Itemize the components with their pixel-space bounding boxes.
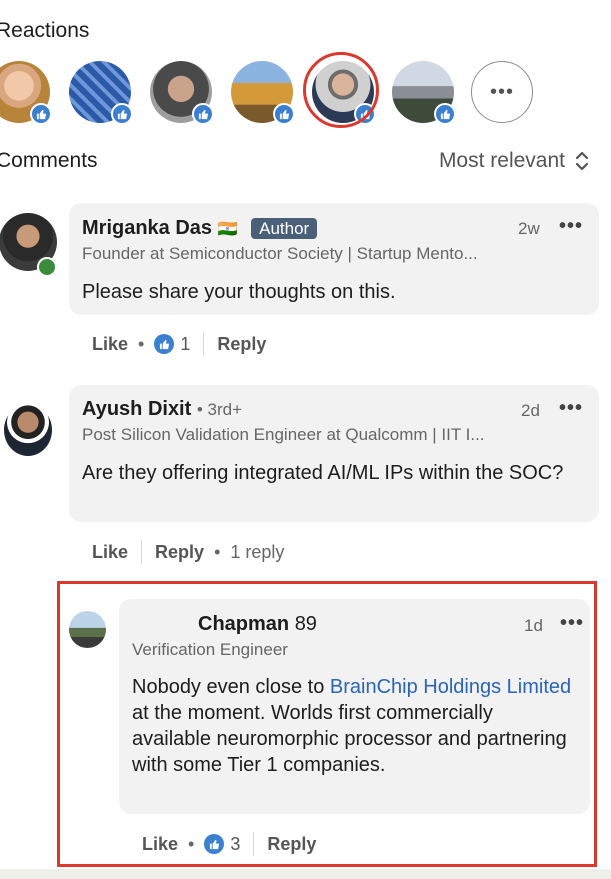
- comments-title: Comments: [0, 149, 98, 172]
- like-count[interactable]: 3: [230, 834, 240, 855]
- replier-avatar[interactable]: [69, 611, 106, 648]
- reply-actions: Like • 3 Reply: [142, 832, 316, 856]
- comment-time: 2w: [518, 219, 540, 238]
- commenter-name[interactable]: Mriganka Das 🇮🇳 Author: [82, 217, 318, 240]
- reply-more-icon[interactable]: •••: [560, 612, 584, 635]
- comment-actions: Like • 1 Reply: [92, 332, 266, 356]
- sort-dropdown[interactable]: Most relevant: [439, 149, 589, 173]
- sort-toggle-icon: [575, 151, 589, 171]
- like-button[interactable]: Like: [92, 542, 128, 563]
- commenter-avatar[interactable]: [4, 404, 52, 456]
- like-icon: [354, 103, 376, 125]
- sort-label: Most relevant: [438, 149, 565, 172]
- author-badge: Author: [251, 218, 318, 239]
- reply-time: 1d: [524, 616, 543, 635]
- replies-count[interactable]: 1 reply: [230, 542, 284, 563]
- comment-text: Please share your thoughts on this.: [82, 281, 396, 303]
- like-icon: [434, 103, 456, 125]
- commenter-headline: Founder at Semiconductor Society | Start…: [82, 244, 478, 263]
- comment-more-icon[interactable]: •••: [559, 397, 583, 420]
- reactor-avatar-6[interactable]: [392, 61, 456, 125]
- comment-more-icon[interactable]: •••: [559, 215, 583, 238]
- like-button[interactable]: Like: [92, 334, 128, 355]
- commenter-headline: Post Silicon Validation Engineer at Qual…: [82, 425, 485, 444]
- reactor-avatar-2[interactable]: [69, 61, 133, 125]
- online-status-dot: [37, 257, 57, 277]
- like-icon: [30, 103, 52, 125]
- reactions-title: Reactions: [0, 19, 90, 42]
- reply-button[interactable]: Reply: [155, 542, 204, 563]
- like-icon: [111, 103, 133, 125]
- reply-button[interactable]: Reply: [267, 834, 316, 855]
- reactor-avatar-3[interactable]: [150, 61, 214, 125]
- reactor-avatar-1[interactable]: [0, 61, 52, 125]
- comment-text: Are they offering integrated AI/ML IPs w…: [82, 462, 564, 484]
- comment-actions: Like Reply • 1 reply: [92, 540, 284, 564]
- commenter-name[interactable]: Ayush Dixit • 3rd+: [82, 398, 242, 421]
- replier-headline: Verification Engineer: [132, 640, 288, 659]
- bottom-bar: [0, 869, 611, 879]
- reply-button[interactable]: Reply: [217, 334, 266, 355]
- like-icon: [273, 103, 295, 125]
- reactor-avatar-4[interactable]: [231, 61, 295, 125]
- more-reactions-button[interactable]: •••: [471, 61, 533, 123]
- like-count-icon: [204, 834, 225, 854]
- like-count-icon: [154, 334, 175, 354]
- comment-time: 2d: [521, 401, 540, 420]
- connection-degree: • 3rd+: [196, 400, 243, 419]
- like-button[interactable]: Like: [142, 834, 178, 855]
- like-icon: [192, 103, 214, 125]
- reply-text: Nobody even close to BrainChip Holdings …: [132, 676, 572, 776]
- company-link[interactable]: BrainChip Holdings Limited: [330, 676, 571, 698]
- country-flag: 🇮🇳: [217, 219, 238, 238]
- like-count[interactable]: 1: [180, 334, 190, 355]
- reactor-avatar-5[interactable]: [303, 52, 379, 128]
- replier-name[interactable]: Chapman 89: [198, 613, 317, 636]
